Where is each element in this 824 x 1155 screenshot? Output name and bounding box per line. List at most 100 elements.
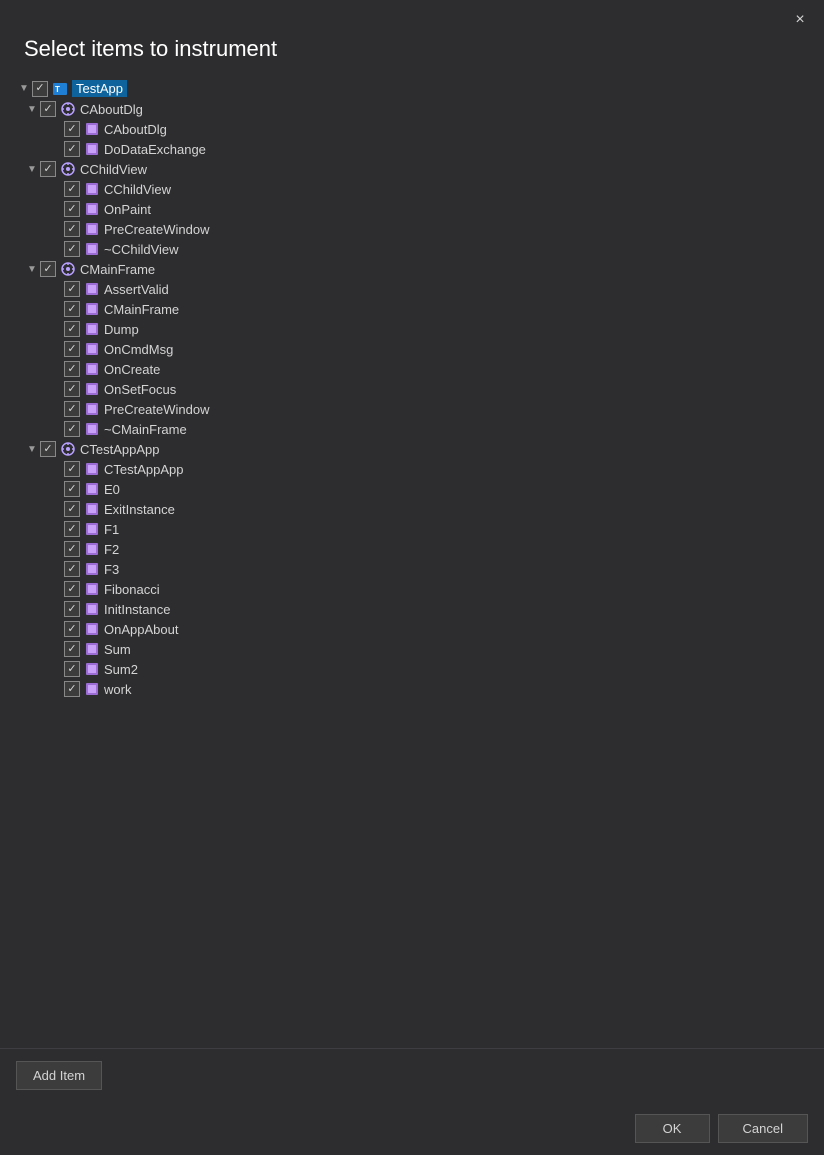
close-button[interactable]: × — [788, 8, 812, 32]
checkbox-method-3-0[interactable] — [64, 461, 80, 477]
method-label-2-4[interactable]: OnCreate — [104, 362, 160, 377]
method-label-3-2[interactable]: ExitInstance — [104, 502, 175, 517]
method-item-3-11[interactable]: ▶ work — [16, 679, 824, 699]
method-label-1-1[interactable]: OnPaint — [104, 202, 151, 217]
method-item-2-0[interactable]: ▶ AssertValid — [16, 279, 824, 299]
root-label[interactable]: TestApp — [72, 80, 127, 97]
method-item-0-0[interactable]: ▶ CAboutDlg — [16, 119, 824, 139]
method-label-1-3[interactable]: ~CChildView — [104, 242, 179, 257]
method-label-3-0[interactable]: CTestAppApp — [104, 462, 184, 477]
method-label-2-0[interactable]: AssertValid — [104, 282, 169, 297]
method-item-1-0[interactable]: ▶ CChildView — [16, 179, 824, 199]
expand-arrow-0[interactable]: ▼ — [24, 104, 40, 115]
checkbox-method-2-7[interactable] — [64, 421, 80, 437]
add-item-button[interactable]: Add Item — [16, 1061, 102, 1090]
method-item-2-1[interactable]: ▶ CMainFrame — [16, 299, 824, 319]
method-item-2-2[interactable]: ▶ Dump — [16, 319, 824, 339]
method-label-3-9[interactable]: Sum — [104, 642, 131, 657]
method-label-3-5[interactable]: F3 — [104, 562, 119, 577]
checkbox-method-3-11[interactable] — [64, 681, 80, 697]
tree-root-item[interactable]: ▼ T TestApp — [16, 78, 824, 99]
class-label-0[interactable]: CAboutDlg — [80, 102, 143, 117]
method-item-3-3[interactable]: ▶ F1 — [16, 519, 824, 539]
method-label-3-7[interactable]: InitInstance — [104, 602, 171, 617]
method-item-3-0[interactable]: ▶ CTestAppApp — [16, 459, 824, 479]
method-label-2-5[interactable]: OnSetFocus — [104, 382, 176, 397]
checkbox-method-3-8[interactable] — [64, 621, 80, 637]
class-label-3[interactable]: CTestAppApp — [80, 442, 160, 457]
method-label-2-6[interactable]: PreCreateWindow — [104, 402, 210, 417]
cancel-button[interactable]: Cancel — [718, 1114, 808, 1143]
method-item-3-6[interactable]: ▶ Fibonacci — [16, 579, 824, 599]
expand-arrow-3[interactable]: ▼ — [24, 444, 40, 455]
method-item-2-5[interactable]: ▶ OnSetFocus — [16, 379, 824, 399]
method-item-1-2[interactable]: ▶ PreCreateWindow — [16, 219, 824, 239]
checkbox-method-2-1[interactable] — [64, 301, 80, 317]
checkbox-method-2-4[interactable] — [64, 361, 80, 377]
class-item-0[interactable]: ▼ CAboutDlg — [16, 99, 824, 119]
checkbox-method-1-1[interactable] — [64, 201, 80, 217]
method-label-3-11[interactable]: work — [104, 682, 131, 697]
method-item-3-7[interactable]: ▶ InitInstance — [16, 599, 824, 619]
checkbox-method-2-3[interactable] — [64, 341, 80, 357]
checkbox-method-1-0[interactable] — [64, 181, 80, 197]
checkbox-method-3-10[interactable] — [64, 661, 80, 677]
method-label-0-1[interactable]: DoDataExchange — [104, 142, 206, 157]
method-item-2-6[interactable]: ▶ PreCreateWindow — [16, 399, 824, 419]
method-item-3-10[interactable]: ▶ Sum2 — [16, 659, 824, 679]
checkbox-class-0[interactable] — [40, 101, 56, 117]
method-item-3-5[interactable]: ▶ F3 — [16, 559, 824, 579]
method-item-3-4[interactable]: ▶ F2 — [16, 539, 824, 559]
checkbox-method-1-3[interactable] — [64, 241, 80, 257]
method-item-3-9[interactable]: ▶ Sum — [16, 639, 824, 659]
checkbox-method-3-9[interactable] — [64, 641, 80, 657]
method-label-2-2[interactable]: Dump — [104, 322, 139, 337]
checkbox-method-1-2[interactable] — [64, 221, 80, 237]
checkbox-method-3-2[interactable] — [64, 501, 80, 517]
method-item-2-3[interactable]: ▶ OnCmdMsg — [16, 339, 824, 359]
method-label-3-8[interactable]: OnAppAbout — [104, 622, 178, 637]
class-item-3[interactable]: ▼ CTestAppApp — [16, 439, 824, 459]
method-label-1-0[interactable]: CChildView — [104, 182, 171, 197]
expand-arrow-1[interactable]: ▼ — [24, 164, 40, 175]
method-item-2-7[interactable]: ▶ ~CMainFrame — [16, 419, 824, 439]
class-label-1[interactable]: CChildView — [80, 162, 147, 177]
checkbox-method-3-3[interactable] — [64, 521, 80, 537]
method-item-1-3[interactable]: ▶ ~CChildView — [16, 239, 824, 259]
checkbox-method-3-7[interactable] — [64, 601, 80, 617]
method-label-2-1[interactable]: CMainFrame — [104, 302, 179, 317]
checkbox-method-0-1[interactable] — [64, 141, 80, 157]
checkbox-class-3[interactable] — [40, 441, 56, 457]
method-label-3-10[interactable]: Sum2 — [104, 662, 138, 677]
checkbox-class-1[interactable] — [40, 161, 56, 177]
class-item-1[interactable]: ▼ CChildView — [16, 159, 824, 179]
method-label-3-4[interactable]: F2 — [104, 542, 119, 557]
method-label-3-6[interactable]: Fibonacci — [104, 582, 160, 597]
expand-arrow-2[interactable]: ▼ — [24, 264, 40, 275]
checkbox-method-0-0[interactable] — [64, 121, 80, 137]
tree-scroll[interactable]: ▼ T TestApp ▼ CAboutDlg ▶ — [0, 78, 824, 1048]
method-item-3-8[interactable]: ▶ OnAppAbout — [16, 619, 824, 639]
method-label-2-3[interactable]: OnCmdMsg — [104, 342, 173, 357]
class-item-2[interactable]: ▼ CMainFrame — [16, 259, 824, 279]
method-label-0-0[interactable]: CAboutDlg — [104, 122, 167, 137]
checkbox-method-3-6[interactable] — [64, 581, 80, 597]
ok-button[interactable]: OK — [635, 1114, 710, 1143]
method-item-0-1[interactable]: ▶ DoDataExchange — [16, 139, 824, 159]
method-label-2-7[interactable]: ~CMainFrame — [104, 422, 187, 437]
method-label-3-3[interactable]: F1 — [104, 522, 119, 537]
checkbox-method-2-6[interactable] — [64, 401, 80, 417]
checkbox-method-2-2[interactable] — [64, 321, 80, 337]
checkbox-method-2-5[interactable] — [64, 381, 80, 397]
method-item-3-1[interactable]: ▶ E0 — [16, 479, 824, 499]
method-label-3-1[interactable]: E0 — [104, 482, 120, 497]
method-item-3-2[interactable]: ▶ ExitInstance — [16, 499, 824, 519]
method-item-1-1[interactable]: ▶ OnPaint — [16, 199, 824, 219]
checkbox-root[interactable] — [32, 81, 48, 97]
expand-arrow-root[interactable]: ▼ — [16, 83, 32, 94]
checkbox-method-2-0[interactable] — [64, 281, 80, 297]
class-label-2[interactable]: CMainFrame — [80, 262, 155, 277]
checkbox-method-3-1[interactable] — [64, 481, 80, 497]
checkbox-class-2[interactable] — [40, 261, 56, 277]
checkbox-method-3-4[interactable] — [64, 541, 80, 557]
